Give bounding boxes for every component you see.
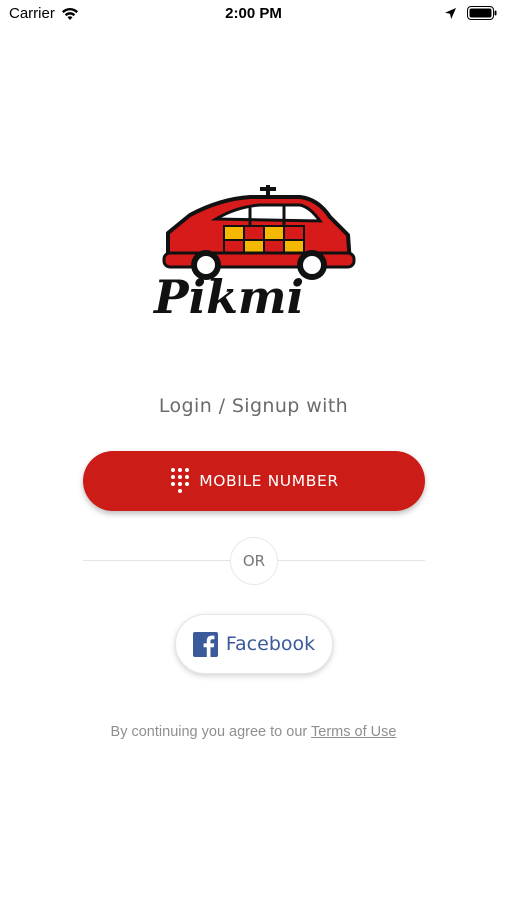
status-bar: Carrier 2:00 PM xyxy=(0,0,507,28)
facebook-login-button[interactable]: Facebook xyxy=(175,614,333,674)
battery-icon xyxy=(467,6,497,20)
mobile-number-label: MOBILE NUMBER xyxy=(199,472,339,490)
terms-text: By continuing you agree to our Terms of … xyxy=(0,724,507,740)
logo-wordmark: Pikmi xyxy=(152,270,304,324)
app-logo: Pikmi xyxy=(150,183,360,328)
facebook-label: Facebook xyxy=(225,633,316,655)
terms-prefix: By continuing you agree to our xyxy=(110,724,308,740)
mobile-number-button[interactable]: MOBILE NUMBER xyxy=(83,451,425,511)
dialpad-icon xyxy=(169,466,191,496)
divider-line-left xyxy=(83,560,230,561)
divider-line-right xyxy=(278,560,425,561)
status-right-group xyxy=(444,6,497,20)
or-divider: OR xyxy=(230,537,278,585)
taxi-car-icon: Pikmi xyxy=(152,185,356,324)
login-signup-label: Login / Signup with xyxy=(158,395,349,417)
status-time: 2:00 PM xyxy=(225,5,282,22)
terms-of-use-link[interactable]: Terms of Use xyxy=(311,724,396,740)
location-arrow-icon xyxy=(444,7,457,20)
facebook-icon xyxy=(192,631,218,657)
